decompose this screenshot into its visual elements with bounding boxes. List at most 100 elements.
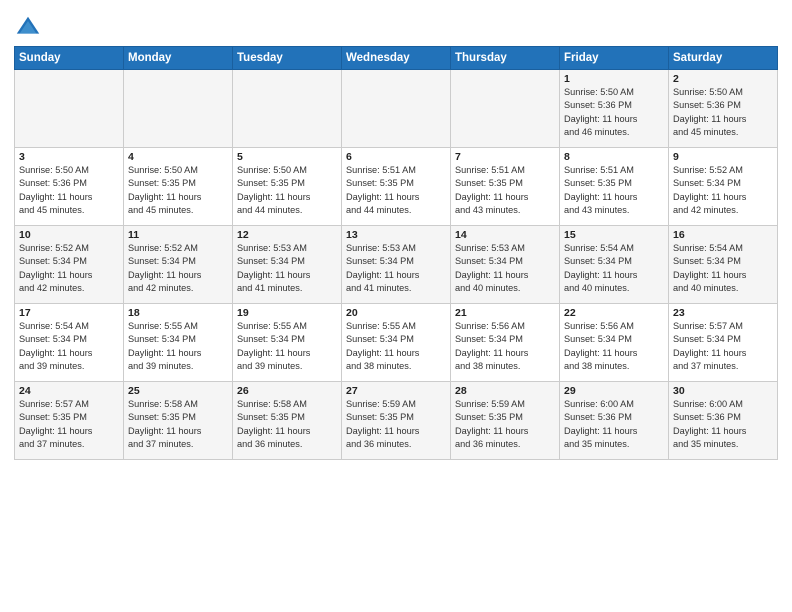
header-cell-monday: Monday [124, 47, 233, 70]
day-number: 27 [346, 385, 446, 397]
header-cell-friday: Friday [560, 47, 669, 70]
day-cell: 5Sunrise: 5:50 AM Sunset: 5:35 PM Daylig… [233, 148, 342, 226]
day-cell [233, 70, 342, 148]
day-number: 12 [237, 229, 337, 241]
header [14, 10, 778, 42]
day-number: 20 [346, 307, 446, 319]
day-info: Sunrise: 5:59 AM Sunset: 5:35 PM Dayligh… [346, 398, 446, 451]
day-cell: 26Sunrise: 5:58 AM Sunset: 5:35 PM Dayli… [233, 382, 342, 460]
day-info: Sunrise: 5:54 AM Sunset: 5:34 PM Dayligh… [673, 242, 773, 295]
day-number: 1 [564, 73, 664, 85]
day-cell: 23Sunrise: 5:57 AM Sunset: 5:34 PM Dayli… [669, 304, 778, 382]
day-number: 17 [19, 307, 119, 319]
day-number: 26 [237, 385, 337, 397]
day-cell: 29Sunrise: 6:00 AM Sunset: 5:36 PM Dayli… [560, 382, 669, 460]
day-cell [124, 70, 233, 148]
header-cell-thursday: Thursday [451, 47, 560, 70]
day-number: 28 [455, 385, 555, 397]
calendar-container: SundayMondayTuesdayWednesdayThursdayFrid… [0, 0, 792, 466]
day-cell: 12Sunrise: 5:53 AM Sunset: 5:34 PM Dayli… [233, 226, 342, 304]
logo-icon [14, 14, 42, 42]
day-cell: 22Sunrise: 5:56 AM Sunset: 5:34 PM Dayli… [560, 304, 669, 382]
day-info: Sunrise: 5:57 AM Sunset: 5:34 PM Dayligh… [673, 320, 773, 373]
day-cell: 7Sunrise: 5:51 AM Sunset: 5:35 PM Daylig… [451, 148, 560, 226]
day-number: 14 [455, 229, 555, 241]
day-cell: 4Sunrise: 5:50 AM Sunset: 5:35 PM Daylig… [124, 148, 233, 226]
day-info: Sunrise: 5:50 AM Sunset: 5:35 PM Dayligh… [128, 164, 228, 217]
day-number: 6 [346, 151, 446, 163]
day-number: 25 [128, 385, 228, 397]
calendar-body: 1Sunrise: 5:50 AM Sunset: 5:36 PM Daylig… [15, 70, 778, 460]
day-number: 22 [564, 307, 664, 319]
day-number: 19 [237, 307, 337, 319]
day-info: Sunrise: 5:57 AM Sunset: 5:35 PM Dayligh… [19, 398, 119, 451]
day-info: Sunrise: 5:54 AM Sunset: 5:34 PM Dayligh… [19, 320, 119, 373]
day-cell: 21Sunrise: 5:56 AM Sunset: 5:34 PM Dayli… [451, 304, 560, 382]
day-number: 29 [564, 385, 664, 397]
header-cell-wednesday: Wednesday [342, 47, 451, 70]
day-number: 2 [673, 73, 773, 85]
day-number: 30 [673, 385, 773, 397]
header-cell-saturday: Saturday [669, 47, 778, 70]
day-cell [15, 70, 124, 148]
day-cell: 16Sunrise: 5:54 AM Sunset: 5:34 PM Dayli… [669, 226, 778, 304]
day-info: Sunrise: 5:55 AM Sunset: 5:34 PM Dayligh… [237, 320, 337, 373]
day-number: 24 [19, 385, 119, 397]
day-cell: 20Sunrise: 5:55 AM Sunset: 5:34 PM Dayli… [342, 304, 451, 382]
calendar-header: SundayMondayTuesdayWednesdayThursdayFrid… [15, 47, 778, 70]
day-cell: 17Sunrise: 5:54 AM Sunset: 5:34 PM Dayli… [15, 304, 124, 382]
day-cell: 6Sunrise: 5:51 AM Sunset: 5:35 PM Daylig… [342, 148, 451, 226]
day-info: Sunrise: 5:55 AM Sunset: 5:34 PM Dayligh… [128, 320, 228, 373]
day-info: Sunrise: 5:51 AM Sunset: 5:35 PM Dayligh… [455, 164, 555, 217]
day-cell: 3Sunrise: 5:50 AM Sunset: 5:36 PM Daylig… [15, 148, 124, 226]
day-info: Sunrise: 5:56 AM Sunset: 5:34 PM Dayligh… [455, 320, 555, 373]
day-cell: 18Sunrise: 5:55 AM Sunset: 5:34 PM Dayli… [124, 304, 233, 382]
day-cell: 11Sunrise: 5:52 AM Sunset: 5:34 PM Dayli… [124, 226, 233, 304]
day-cell: 27Sunrise: 5:59 AM Sunset: 5:35 PM Dayli… [342, 382, 451, 460]
day-cell: 10Sunrise: 5:52 AM Sunset: 5:34 PM Dayli… [15, 226, 124, 304]
day-info: Sunrise: 5:51 AM Sunset: 5:35 PM Dayligh… [346, 164, 446, 217]
day-info: Sunrise: 5:50 AM Sunset: 5:35 PM Dayligh… [237, 164, 337, 217]
day-number: 7 [455, 151, 555, 163]
day-cell: 2Sunrise: 5:50 AM Sunset: 5:36 PM Daylig… [669, 70, 778, 148]
day-number: 13 [346, 229, 446, 241]
day-number: 16 [673, 229, 773, 241]
day-cell: 19Sunrise: 5:55 AM Sunset: 5:34 PM Dayli… [233, 304, 342, 382]
day-number: 8 [564, 151, 664, 163]
day-cell: 15Sunrise: 5:54 AM Sunset: 5:34 PM Dayli… [560, 226, 669, 304]
day-info: Sunrise: 5:55 AM Sunset: 5:34 PM Dayligh… [346, 320, 446, 373]
day-number: 11 [128, 229, 228, 241]
day-cell: 28Sunrise: 5:59 AM Sunset: 5:35 PM Dayli… [451, 382, 560, 460]
day-info: Sunrise: 5:50 AM Sunset: 5:36 PM Dayligh… [673, 86, 773, 139]
logo [14, 14, 45, 42]
header-cell-sunday: Sunday [15, 47, 124, 70]
day-cell: 25Sunrise: 5:58 AM Sunset: 5:35 PM Dayli… [124, 382, 233, 460]
day-number: 15 [564, 229, 664, 241]
day-info: Sunrise: 6:00 AM Sunset: 5:36 PM Dayligh… [564, 398, 664, 451]
day-info: Sunrise: 5:58 AM Sunset: 5:35 PM Dayligh… [128, 398, 228, 451]
day-cell: 8Sunrise: 5:51 AM Sunset: 5:35 PM Daylig… [560, 148, 669, 226]
day-info: Sunrise: 5:58 AM Sunset: 5:35 PM Dayligh… [237, 398, 337, 451]
day-cell: 13Sunrise: 5:53 AM Sunset: 5:34 PM Dayli… [342, 226, 451, 304]
header-row: SundayMondayTuesdayWednesdayThursdayFrid… [15, 47, 778, 70]
day-number: 10 [19, 229, 119, 241]
week-row-3: 10Sunrise: 5:52 AM Sunset: 5:34 PM Dayli… [15, 226, 778, 304]
day-info: Sunrise: 5:59 AM Sunset: 5:35 PM Dayligh… [455, 398, 555, 451]
day-number: 23 [673, 307, 773, 319]
day-number: 21 [455, 307, 555, 319]
day-info: Sunrise: 5:51 AM Sunset: 5:35 PM Dayligh… [564, 164, 664, 217]
day-info: Sunrise: 6:00 AM Sunset: 5:36 PM Dayligh… [673, 398, 773, 451]
day-info: Sunrise: 5:53 AM Sunset: 5:34 PM Dayligh… [346, 242, 446, 295]
header-cell-tuesday: Tuesday [233, 47, 342, 70]
day-info: Sunrise: 5:53 AM Sunset: 5:34 PM Dayligh… [237, 242, 337, 295]
week-row-2: 3Sunrise: 5:50 AM Sunset: 5:36 PM Daylig… [15, 148, 778, 226]
day-info: Sunrise: 5:54 AM Sunset: 5:34 PM Dayligh… [564, 242, 664, 295]
day-cell: 30Sunrise: 6:00 AM Sunset: 5:36 PM Dayli… [669, 382, 778, 460]
calendar-table: SundayMondayTuesdayWednesdayThursdayFrid… [14, 46, 778, 460]
day-info: Sunrise: 5:52 AM Sunset: 5:34 PM Dayligh… [19, 242, 119, 295]
day-info: Sunrise: 5:50 AM Sunset: 5:36 PM Dayligh… [564, 86, 664, 139]
day-info: Sunrise: 5:56 AM Sunset: 5:34 PM Dayligh… [564, 320, 664, 373]
day-cell: 9Sunrise: 5:52 AM Sunset: 5:34 PM Daylig… [669, 148, 778, 226]
day-cell: 1Sunrise: 5:50 AM Sunset: 5:36 PM Daylig… [560, 70, 669, 148]
day-cell [451, 70, 560, 148]
